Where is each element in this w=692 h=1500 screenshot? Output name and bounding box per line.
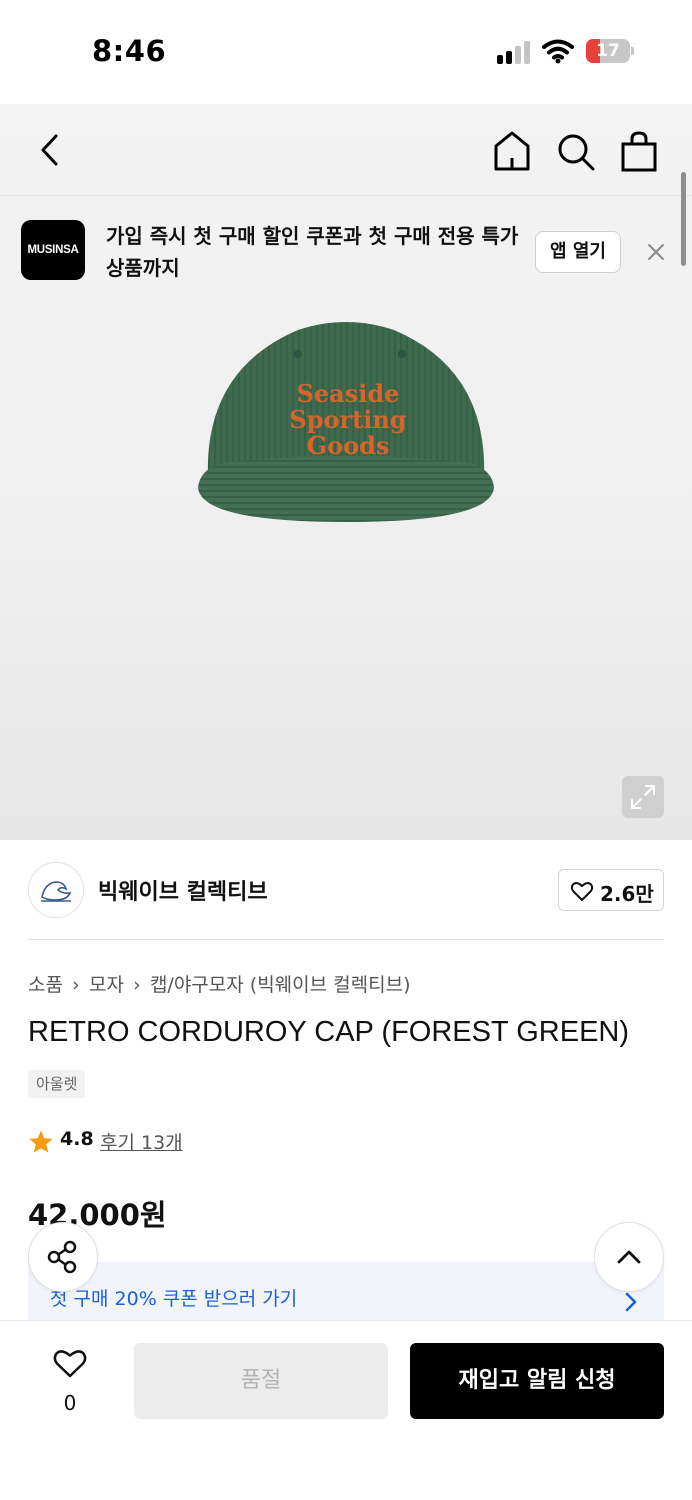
cellular-signal-icon: [497, 40, 531, 64]
rating-score: 4.8: [60, 1128, 94, 1150]
embroidery-line-3: Goods: [307, 431, 390, 460]
scroll-to-top-button[interactable]: [594, 1222, 664, 1292]
shopping-bag-icon[interactable]: [620, 130, 658, 172]
battery-icon: 17: [586, 39, 634, 63]
breadcrumb: 소품 › 모자 › 캡/야구모자 (빅웨이브 컬렉티브): [28, 970, 410, 997]
brand-like-count: 2.6만: [600, 882, 654, 906]
embroidery-line-1: Seaside: [297, 379, 400, 408]
brand-logo[interactable]: [28, 862, 84, 918]
chevron-right-icon: ›: [72, 974, 80, 996]
close-icon[interactable]: [644, 240, 668, 264]
promo-message: 가입 즉시 첫 구매 할인 쿠폰과 첫 구매 전용 특가 상품까지: [106, 224, 519, 280]
reviews-link[interactable]: 후기 13개: [100, 1128, 183, 1155]
back-arrow-icon[interactable]: [34, 132, 66, 168]
embroidery-line-2: Sporting: [289, 405, 406, 434]
wifi-icon: [542, 39, 574, 64]
heart-icon: [570, 882, 594, 901]
wishlist-count: 0: [63, 1391, 77, 1415]
status-time: 8:46: [92, 34, 167, 68]
outlet-badge: 아울렛: [28, 1070, 86, 1098]
coupon-banner[interactable]: 첫 구매 20% 쿠폰 받으러 가기: [28, 1262, 664, 1320]
breadcrumb-item[interactable]: 소품: [28, 974, 63, 996]
soldout-button[interactable]: 품절: [134, 1343, 388, 1419]
expand-icon: [631, 785, 655, 809]
musinsa-logo: MUSINSA: [21, 220, 85, 280]
product-cap-image[interactable]: Seaside Sporting Goods: [190, 310, 502, 536]
chevron-right-icon: [625, 1292, 637, 1312]
app-promo-banner: MUSINSA 가입 즉시 첫 구매 할인 쿠폰과 첫 구매 전용 특가 상품까…: [0, 196, 692, 296]
status-bar: 8:46 17: [0, 0, 692, 104]
product-title: RETRO CORDUROY CAP (FOREST GREEN): [28, 1016, 630, 1048]
wave-logo-icon: [41, 881, 72, 902]
wishlist-button[interactable]: 0: [40, 1345, 100, 1425]
share-button[interactable]: [28, 1222, 98, 1292]
heart-icon: [53, 1350, 87, 1378]
brand-row: 빅웨이브 컬렉티브 2.6만: [28, 860, 664, 940]
star-icon: [29, 1130, 53, 1153]
brand-like-button[interactable]: 2.6만: [558, 869, 664, 911]
breadcrumb-item[interactable]: 모자: [89, 974, 124, 996]
home-icon[interactable]: [492, 130, 532, 172]
restock-alert-button[interactable]: 재입고 알림 신청: [410, 1343, 664, 1419]
chevron-right-icon: ›: [133, 974, 141, 996]
breadcrumb-item[interactable]: 캡/야구모자 (빅웨이브 컬렉티브): [150, 974, 411, 996]
bottom-action-bar: 0 품절 재입고 알림 신청: [0, 1320, 692, 1500]
search-icon[interactable]: [556, 132, 596, 172]
share-icon: [47, 1240, 77, 1274]
chevron-up-icon: [617, 1250, 641, 1264]
battery-level: 17: [596, 41, 620, 61]
brand-name[interactable]: 빅웨이브 컬렉티브: [98, 874, 268, 906]
open-app-button[interactable]: 앱 열기: [535, 231, 621, 273]
expand-image-button[interactable]: [622, 776, 664, 818]
scrollbar[interactable]: [681, 172, 686, 266]
top-nav: [0, 104, 692, 196]
